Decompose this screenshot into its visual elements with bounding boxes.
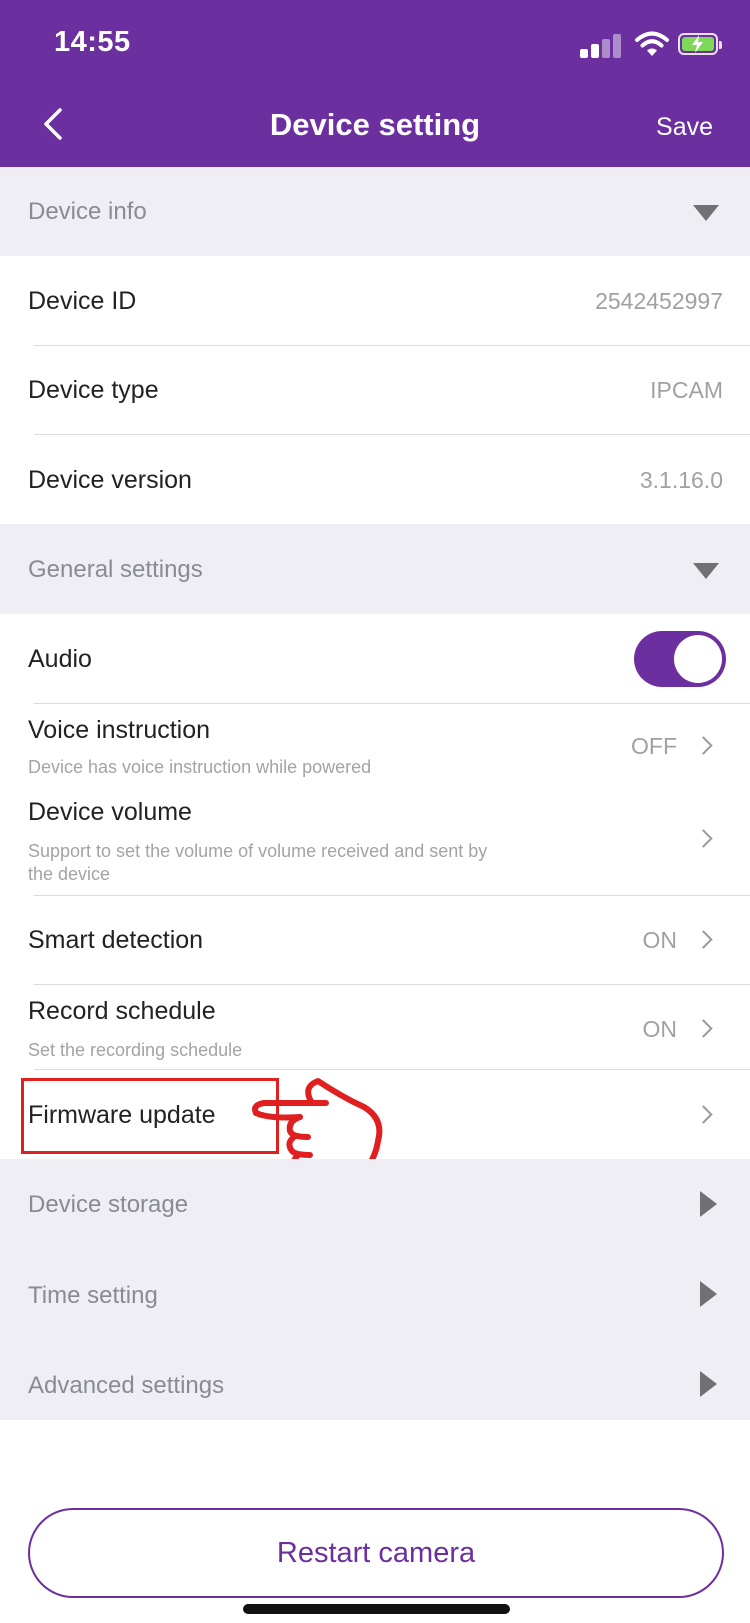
record-schedule-value: ON <box>642 1016 678 1042</box>
section-label: Device storage <box>28 1191 189 1218</box>
section-device-storage[interactable]: Device storage <box>0 1159 750 1250</box>
list-item-device-volume[interactable]: Device volume Support to set the volume … <box>0 787 750 895</box>
expand-down-icon <box>693 563 719 579</box>
section-label: Device info <box>28 198 147 225</box>
item-label: Audio <box>28 645 92 673</box>
chevron-right-icon <box>694 736 713 755</box>
section-general-settings[interactable]: General settings <box>0 524 750 614</box>
item-description: Set the recording schedule <box>28 1040 243 1060</box>
chevron-right-icon <box>694 829 713 848</box>
device-version-value: 3.1.16.0 <box>639 467 723 493</box>
section-time-setting[interactable]: Time setting <box>0 1250 750 1339</box>
header: 14:55 Device setting Save <box>0 0 750 167</box>
expand-right-icon <box>700 1371 717 1397</box>
list-item-audio: Audio <box>0 614 750 703</box>
section-label: General settings <box>28 556 203 583</box>
item-label: Smart detection <box>28 926 204 954</box>
battery-icon <box>678 33 722 55</box>
home-indicator <box>243 1604 510 1614</box>
list-item-device-type: Device type IPCAM <box>0 346 750 434</box>
section-device-info[interactable]: Device info <box>0 167 750 256</box>
status-time: 14:55 <box>54 26 131 58</box>
restart-camera-button[interactable]: Restart camera <box>28 1508 724 1598</box>
expand-right-icon <box>700 1281 717 1307</box>
chevron-right-icon <box>694 930 713 949</box>
voice-instruction-value: OFF <box>631 733 677 759</box>
wifi-icon <box>635 31 669 56</box>
section-label: Time setting <box>28 1282 158 1309</box>
chevron-right-icon <box>694 1105 713 1124</box>
item-label: Voice instruction <box>28 716 211 744</box>
list-item-smart-detection[interactable]: Smart detection ON <box>0 896 750 984</box>
toggle-knob <box>674 635 722 683</box>
item-label: Record schedule <box>28 997 216 1025</box>
expand-right-icon <box>700 1191 717 1217</box>
item-label: Device type <box>28 376 159 404</box>
list-item-record-schedule[interactable]: Record schedule Set the recording schedu… <box>0 985 750 1069</box>
section-label: Advanced settings <box>28 1372 225 1399</box>
highlight-box <box>21 1078 279 1154</box>
list-item-device-version: Device version 3.1.16.0 <box>0 435 750 524</box>
list-item-device-id: Device ID 2542452997 <box>0 256 750 345</box>
chevron-right-icon <box>694 1019 713 1038</box>
section-advanced-settings[interactable]: Advanced settings <box>0 1339 750 1420</box>
device-setting-screen: 14:55 Device setting Save Device info De… <box>0 0 750 1623</box>
item-description-line1: Support to set the volume of volume rece… <box>28 841 488 861</box>
save-button[interactable]: Save <box>656 113 713 142</box>
item-label: Device version <box>28 466 192 494</box>
smart-detection-value: ON <box>642 927 678 953</box>
item-label: Device ID <box>28 287 137 315</box>
page-title: Device setting <box>269 107 481 142</box>
expand-down-icon <box>693 205 719 221</box>
audio-toggle[interactable] <box>634 631 726 687</box>
list-item-voice-instruction[interactable]: Voice instruction Device has voice instr… <box>0 704 750 787</box>
item-description-line2: the device <box>28 864 111 884</box>
item-label: Device volume <box>28 798 192 826</box>
item-description: Device has voice instruction while power… <box>28 757 372 777</box>
status-icons <box>580 30 722 60</box>
device-type-value: IPCAM <box>650 377 723 403</box>
device-id-value: 2542452997 <box>595 288 723 314</box>
signal-icon <box>580 32 624 58</box>
